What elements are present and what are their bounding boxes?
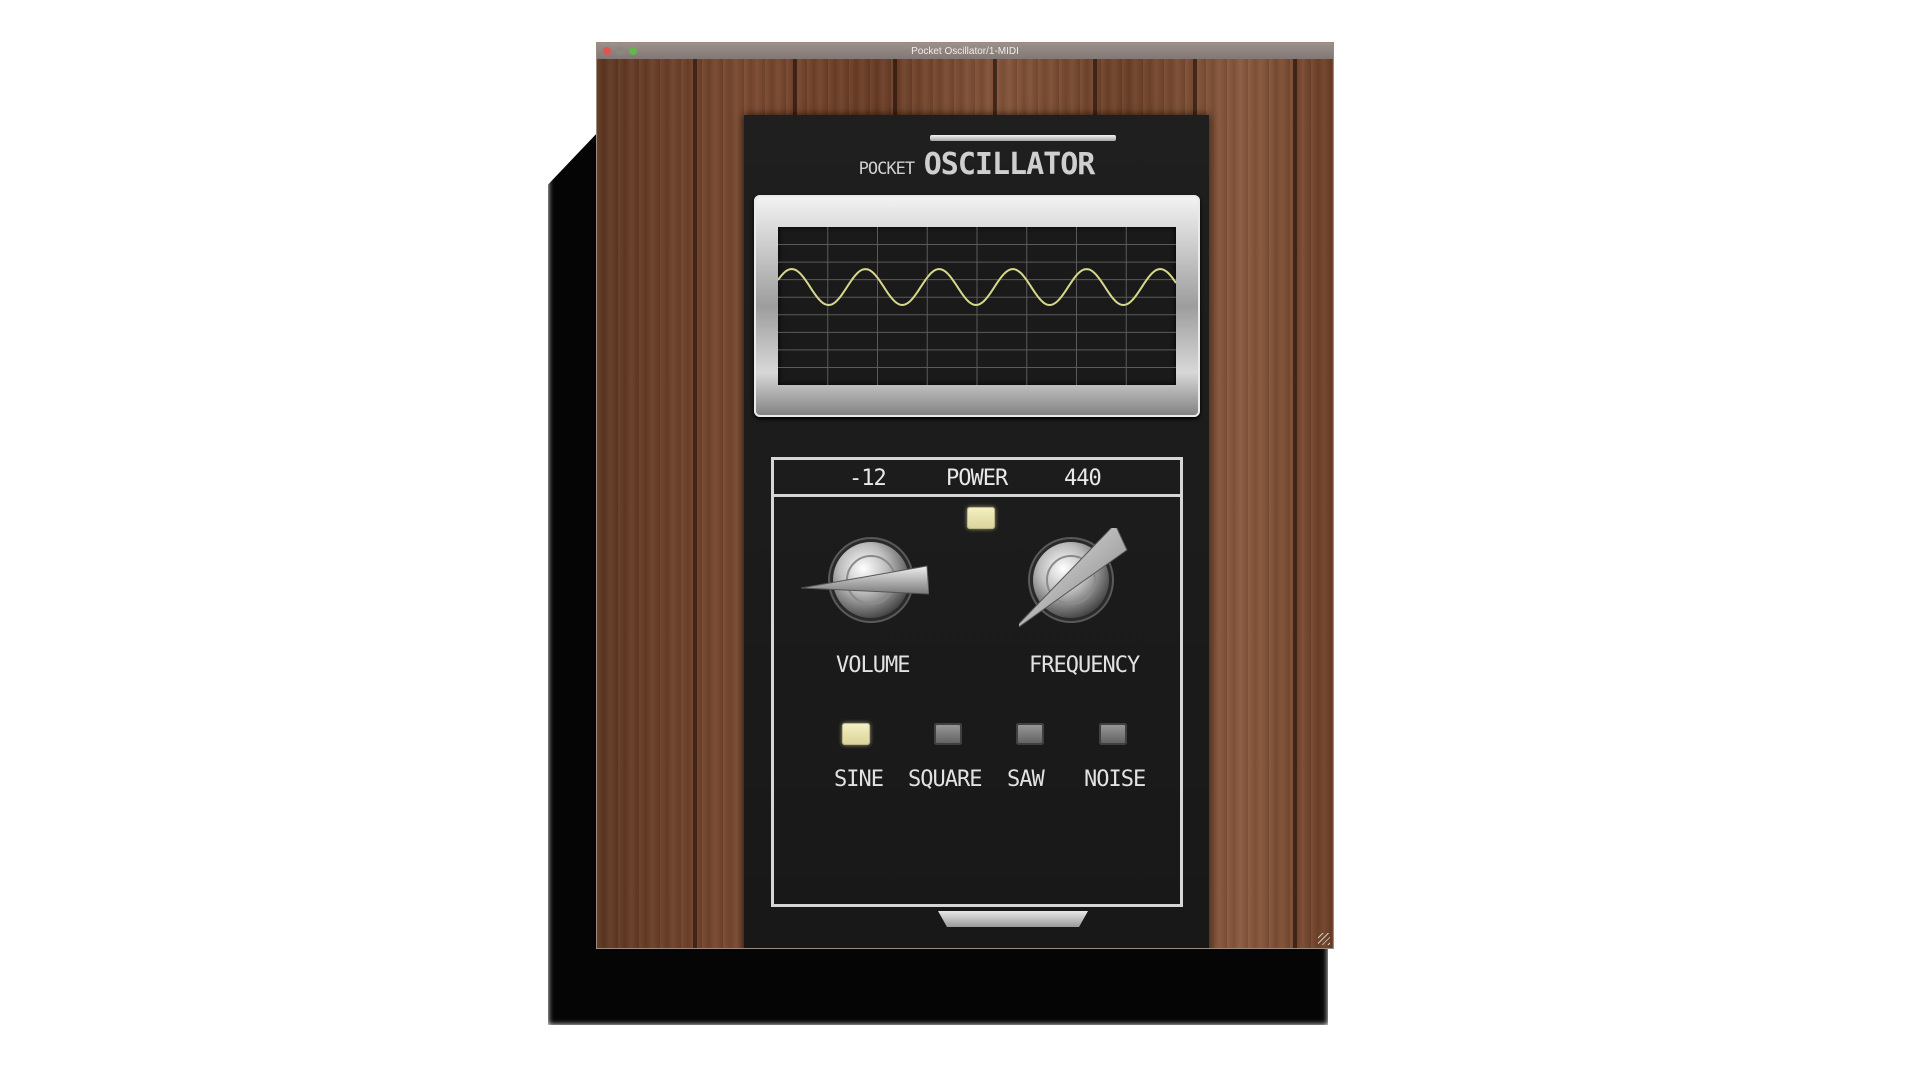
title-bar[interactable]: Pocket Oscillator/1-MIDI (597, 43, 1333, 59)
bottom-chrome-strip (938, 911, 1088, 927)
saw-button[interactable] (1016, 723, 1044, 745)
plugin-window: Pocket Oscillator/1-MIDI POCKET OSCILLAT… (597, 43, 1333, 948)
volume-readout: -12 (849, 466, 887, 491)
power-label: POWER (946, 466, 1008, 491)
sine-button[interactable] (842, 723, 870, 745)
power-button[interactable] (967, 507, 995, 529)
panel-header: -12 POWER 440 (774, 460, 1180, 497)
frequency-readout: 440 (1064, 466, 1102, 491)
resize-grip-icon[interactable] (1318, 933, 1330, 945)
square-button[interactable] (934, 723, 962, 745)
oscilloscope-frame (754, 195, 1200, 417)
scope-grid (778, 227, 1176, 385)
window-title: Pocket Oscillator/1-MIDI (911, 45, 1019, 57)
sine-label: SINE (834, 767, 884, 792)
control-panel: -12 POWER 440 VOLUME FREQUENCY SINE SQUA… (771, 457, 1183, 907)
square-label: SQUARE (908, 767, 982, 792)
minimize-icon[interactable] (616, 47, 624, 55)
noise-label: NOISE (1084, 767, 1146, 792)
brand-big-text: OSCILLATOR (923, 147, 1096, 182)
volume-label: VOLUME (836, 653, 910, 678)
frequency-label: FREQUENCY (1029, 653, 1140, 678)
oscilloscope-screen (778, 227, 1176, 385)
maximize-icon[interactable] (629, 47, 637, 55)
close-icon[interactable] (603, 47, 611, 55)
brand-small-text: POCKET (858, 159, 915, 179)
oscillator-device: POCKET OSCILLATOR -12 POWER 440 VOLUME F… (744, 115, 1209, 948)
saw-label: SAW (1007, 767, 1045, 792)
brand-logo: POCKET OSCILLATOR (744, 147, 1209, 182)
oscilloscope-display (778, 227, 1176, 385)
volume-knob[interactable] (799, 528, 929, 638)
window-controls (603, 47, 637, 55)
frequency-knob[interactable] (1019, 528, 1149, 638)
top-chrome-strip (930, 135, 1116, 141)
noise-button[interactable] (1099, 723, 1127, 745)
